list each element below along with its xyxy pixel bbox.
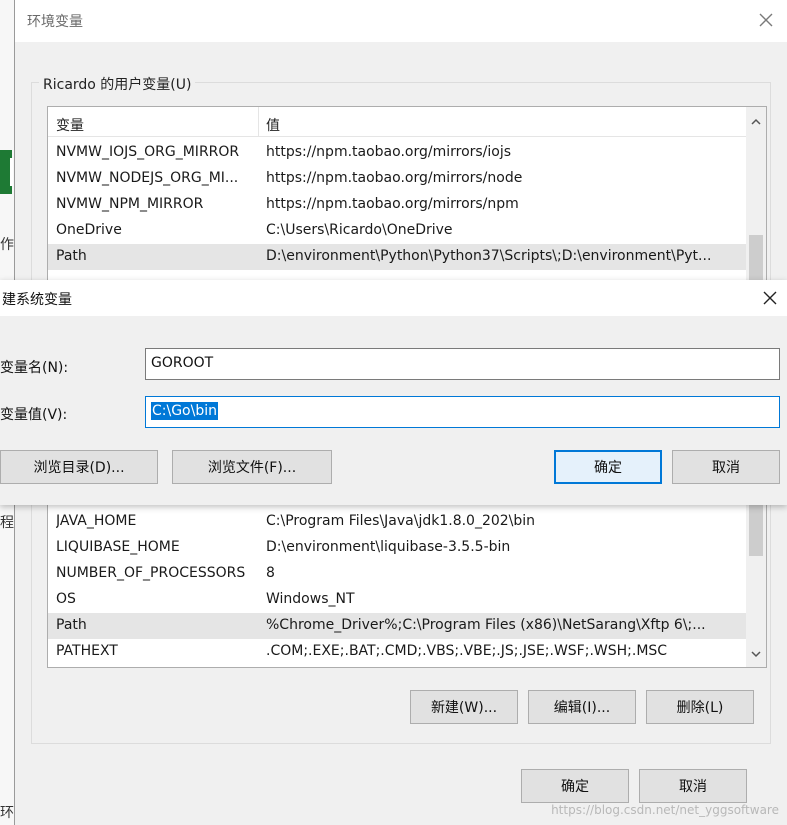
watermark: https://blog.csdn.net/net_yggsoftware [551, 803, 779, 817]
scroll-up-icon[interactable] [750, 116, 762, 128]
variable-name: NVMW_NODEJS_ORG_MI... [56, 170, 239, 186]
variable-value: D:\environment\Python\Python37\Scripts\;… [266, 248, 712, 264]
cancel-button[interactable]: 取消 [639, 769, 747, 803]
table-row[interactable]: OS Windows_NT [48, 587, 748, 613]
variable-name: LIQUIBASE_HOME [56, 539, 180, 555]
table-row[interactable]: LIQUIBASE_HOME D:\environment\liquibase-… [48, 535, 748, 561]
variable-value-label: 变量值(V): [0, 407, 68, 423]
dialog-title: 建系统变量 [2, 292, 72, 308]
user-variables-list[interactable]: 变量 值 NVMW_IOJS_ORG_MIRROR https://npm.ta… [47, 106, 767, 286]
browse-file-button[interactable]: 浏览文件(F)... [172, 450, 332, 484]
table-row[interactable]: PATHEXT .COM;.EXE;.BAT;.CMD;.VBS;.VBE;.J… [48, 639, 748, 665]
table-row[interactable]: NVMW_NODEJS_ORG_MI... https://npm.taobao… [48, 166, 748, 192]
variable-value: https://npm.taobao.org/mirrors/npm [266, 196, 519, 212]
close-icon[interactable] [754, 8, 778, 32]
background-text: 程 [0, 515, 14, 531]
table-row[interactable]: NUMBER_OF_PROCESSORS 8 [48, 561, 748, 587]
column-header-variable[interactable]: 变量 [56, 115, 84, 135]
variable-value-selected-text: C:\Go\bin [151, 402, 218, 420]
variable-name: Path [56, 248, 87, 264]
scroll-thumb[interactable] [749, 500, 763, 556]
variable-value: C:\Users\Ricardo\OneDrive [266, 222, 453, 238]
table-row[interactable]: JAVA_HOME C:\Program Files\Java\jdk1.8.0… [48, 509, 748, 535]
variable-name-input-text: GOROOT [151, 355, 214, 371]
system-list-scrollbar[interactable] [746, 500, 766, 667]
background-text: 作 [0, 237, 14, 253]
variable-name-label: 变量名(N): [0, 360, 69, 376]
variable-name: OS [56, 591, 76, 607]
table-row-selected[interactable]: Path %Chrome_Driver%;C:\Program Files (x… [48, 613, 748, 639]
variable-name: Path [56, 617, 87, 633]
dialog-ok-button[interactable]: 确定 [554, 450, 662, 484]
variable-name: NUMBER_OF_PROCESSORS [56, 565, 246, 581]
scroll-thumb[interactable] [749, 235, 763, 286]
variable-value: C:\Program Files\Java\jdk1.8.0_202\bin [266, 513, 536, 529]
delete-variable-button[interactable]: 删除(L) [646, 690, 754, 724]
close-icon[interactable] [759, 287, 781, 309]
variable-name: NVMW_NPM_MIRROR [56, 196, 204, 212]
table-row[interactable]: NVMW_NPM_MIRROR https://npm.taobao.org/m… [48, 192, 748, 218]
variable-value: https://npm.taobao.org/mirrors/node [266, 170, 523, 186]
variable-name: JAVA_HOME [56, 513, 137, 529]
scroll-down-icon[interactable] [750, 648, 762, 660]
variable-name: OneDrive [56, 222, 122, 238]
title-bar: 环境变量 [15, 0, 787, 42]
background-app-icon [0, 150, 13, 194]
table-row[interactable]: OneDrive C:\Users\Ricardo\OneDrive [48, 218, 748, 244]
variable-value: D:\environment\liquibase-3.5.5-bin [266, 539, 511, 555]
dialog-cancel-button[interactable]: 取消 [672, 450, 780, 484]
window-title: 环境变量 [27, 14, 83, 30]
list-header: 变量 值 [48, 107, 748, 137]
variable-value: .COM;.EXE;.BAT;.CMD;.VBS;.VBE;.JS;.JSE;.… [266, 643, 668, 659]
dialog-title-bar: 建系统变量 [0, 280, 787, 316]
variable-value: %Chrome_Driver%;C:\Program Files (x86)\N… [266, 617, 706, 633]
background-text: 环 [0, 805, 14, 821]
variable-name: PATHEXT [56, 643, 118, 659]
variable-value: https://npm.taobao.org/mirrors/iojs [266, 144, 512, 160]
system-variables-list[interactable]: JAVA_HOME C:\Program Files\Java\jdk1.8.0… [47, 500, 767, 668]
browse-directory-button[interactable]: 浏览目录(D)... [0, 450, 158, 484]
variable-name-input[interactable]: GOROOT [145, 348, 780, 380]
variable-value-input[interactable]: C:\Go\bin [145, 396, 780, 428]
variable-value: 8 [266, 565, 275, 581]
user-variables-label: Ricardo 的用户变量(U) [39, 74, 196, 94]
ok-button[interactable]: 确定 [521, 769, 629, 803]
table-row-selected[interactable]: Path D:\environment\Python\Python37\Scri… [48, 244, 748, 270]
new-system-variable-dialog: 建系统变量 变量名(N): GOROOT 变量值(V): C:\Go\bin 浏… [0, 280, 787, 505]
user-list-scrollbar[interactable] [746, 107, 766, 286]
new-variable-button[interactable]: 新建(W)... [410, 690, 518, 724]
variable-value: Windows_NT [266, 591, 355, 607]
column-header-value[interactable]: 值 [266, 115, 280, 135]
edit-variable-button[interactable]: 编辑(I)... [528, 690, 636, 724]
table-row[interactable]: NVMW_IOJS_ORG_MIRROR https://npm.taobao.… [48, 140, 748, 166]
variable-name: NVMW_IOJS_ORG_MIRROR [56, 144, 240, 160]
column-divider[interactable] [258, 107, 259, 137]
